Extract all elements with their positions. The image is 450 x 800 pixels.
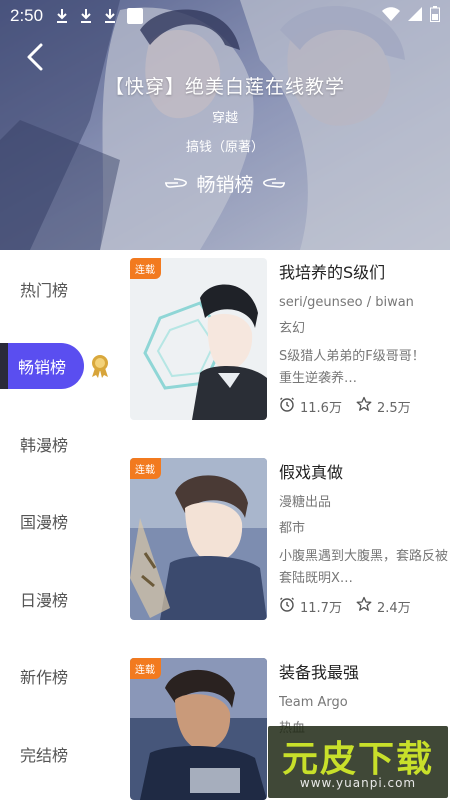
book-stats: 11.7万 2.4万 bbox=[279, 596, 450, 616]
sidebar-item-hot[interactable]: 热门榜 bbox=[0, 269, 120, 309]
rank-category-sidebar: 热门榜 畅销榜 韩漫榜 国漫榜 日漫榜 新作榜 完结榜 bbox=[0, 250, 120, 800]
back-button[interactable] bbox=[18, 40, 52, 74]
notification-icon bbox=[127, 8, 144, 24]
signal-icon bbox=[408, 7, 422, 25]
sidebar-item-label: 国漫榜 bbox=[20, 513, 69, 532]
views-icon bbox=[279, 596, 295, 616]
book-author: Team Argo bbox=[279, 695, 348, 710]
sidebar-item-label: 新作榜 bbox=[20, 668, 69, 687]
book-card[interactable]: 连载 假戏真做 漫糖出品 都市 小腹黑遇到大腹黑，套路反被套陆既明X… 11.7… bbox=[130, 458, 450, 623]
serializing-badge: 连载 bbox=[130, 658, 161, 679]
sidebar-item-chinese[interactable]: 国漫榜 bbox=[0, 501, 120, 541]
featured-title[interactable]: 【快穿】绝美白莲在线教学 bbox=[0, 72, 450, 99]
book-title[interactable]: 假戏真做 bbox=[279, 462, 450, 484]
views-count: 11.7万 bbox=[300, 600, 342, 616]
book-author: 漫糖出品 bbox=[279, 495, 332, 510]
book-cover[interactable]: 连载 bbox=[130, 458, 267, 620]
sidebar-item-label: 韩漫榜 bbox=[20, 436, 69, 455]
book-author: seri/geunseo / biwan bbox=[279, 295, 414, 310]
header-banner: 2:50 【快穿】绝美白莲在线教学 穿越 搞钱（原著） 畅销榜 bbox=[0, 0, 450, 250]
medal-icon bbox=[90, 354, 110, 378]
chevron-left-icon bbox=[27, 43, 43, 71]
book-description: 小腹黑遇到大腹黑，套路反被套陆既明X… bbox=[279, 549, 449, 586]
serializing-badge: 连载 bbox=[130, 258, 161, 279]
rank-label: 畅销榜 bbox=[196, 174, 254, 196]
sidebar-item-label: 完结榜 bbox=[20, 746, 69, 765]
wifi-icon bbox=[382, 7, 400, 25]
book-description: S级猎人弟弟的F级哥哥！ 重生逆袭养… bbox=[279, 349, 450, 386]
favorites-count: 2.4万 bbox=[376, 600, 411, 616]
pointing-hand-icon bbox=[262, 173, 286, 195]
book-info: 假戏真做 漫糖出品 都市 小腹黑遇到大腹黑，套路反被套陆既明X… 11.7万 2… bbox=[279, 462, 450, 616]
views-icon bbox=[279, 396, 295, 416]
views-count: 11.6万 bbox=[300, 400, 342, 416]
battery-icon bbox=[430, 6, 440, 26]
favorites-count: 2.5万 bbox=[376, 400, 411, 416]
serializing-badge: 连载 bbox=[130, 458, 161, 479]
star-icon bbox=[356, 596, 372, 616]
book-info: 我培养的S级们 seri/geunseo / biwan 玄幻 S级猎人弟弟的F… bbox=[279, 262, 450, 416]
sidebar-item-korean[interactable]: 韩漫榜 bbox=[0, 424, 120, 464]
sidebar-item-japanese[interactable]: 日漫榜 bbox=[0, 579, 120, 619]
download-icon bbox=[103, 8, 117, 24]
watermark-url: www.yuanpi.com bbox=[299, 776, 417, 790]
featured-author: 搞钱（原著） bbox=[185, 140, 264, 155]
book-cover[interactable]: 连载 bbox=[130, 258, 267, 420]
site-watermark: 元皮下载 www.yuanpi.com bbox=[268, 726, 448, 798]
sidebar-item-label: 畅销榜 bbox=[18, 358, 67, 377]
sidebar-item-bestseller[interactable]: 畅销榜 bbox=[0, 343, 84, 389]
status-bar: 2:50 bbox=[0, 0, 450, 32]
book-cover[interactable]: 连载 bbox=[130, 658, 267, 800]
sidebar-item-label: 日漫榜 bbox=[20, 591, 69, 610]
sidebar-item-finished[interactable]: 完结榜 bbox=[0, 734, 120, 774]
download-icon bbox=[79, 8, 93, 24]
book-title[interactable]: 装备我最强 bbox=[279, 662, 450, 684]
featured-genre: 穿越 bbox=[211, 111, 238, 126]
sidebar-item-new[interactable]: 新作榜 bbox=[0, 656, 120, 696]
status-time: 2:50 bbox=[10, 6, 44, 25]
sidebar-item-label: 热门榜 bbox=[20, 281, 69, 300]
book-stats: 11.6万 2.5万 bbox=[279, 396, 450, 416]
download-icon bbox=[55, 8, 69, 24]
book-genre: 玄幻 bbox=[279, 321, 306, 336]
rank-heading: 畅销榜 bbox=[0, 170, 450, 197]
pointing-hand-icon bbox=[164, 173, 188, 195]
book-title[interactable]: 我培养的S级们 bbox=[279, 262, 450, 284]
book-card[interactable]: 连载 我培养的S级们 seri/geunseo / biwan 玄幻 S级猎人弟… bbox=[130, 258, 450, 423]
star-icon bbox=[356, 396, 372, 416]
book-genre: 都市 bbox=[279, 521, 306, 536]
watermark-logo-text: 元皮下载 bbox=[281, 739, 434, 780]
